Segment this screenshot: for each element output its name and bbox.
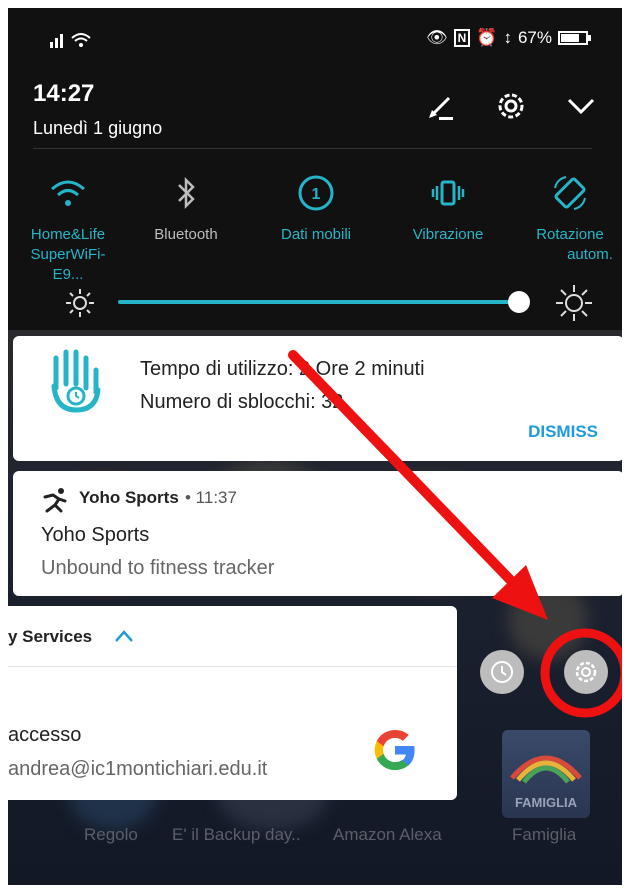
notification-settings-button[interactable] (564, 650, 608, 694)
snooze-button[interactable] (480, 650, 524, 694)
rainbow-icon (510, 755, 582, 784)
unlock-count-text: Numero di sblocchi: 32 (140, 391, 344, 413)
tile-wifi-label2: SuperWiFi-E9... (30, 246, 106, 283)
notification-google-services[interactable]: y Services accesso andrea@ic1montichiari… (8, 606, 457, 800)
digital-balance-hand-icon (51, 349, 101, 413)
yoho-title: Yoho Sports (41, 524, 150, 546)
settings-gear-icon[interactable] (493, 88, 529, 124)
clock-icon (491, 661, 513, 683)
svg-text:1: 1 (312, 186, 321, 203)
google-divider (8, 666, 457, 667)
chevron-up-icon[interactable] (114, 629, 134, 643)
tile-wifi[interactable]: Home&Life SuperWiFi-E9... (18, 173, 118, 285)
battery-percent: 67% (517, 28, 552, 47)
clock: 14:27 (33, 80, 95, 107)
yoho-app-name: Yoho Sports (79, 488, 179, 507)
mobile-data-icon: 1 (298, 175, 334, 211)
home-label-regolo: Regolo (84, 825, 138, 844)
tile-wifi-label1: Home&Life (30, 226, 106, 243)
tile-rotation-label2: autom. (567, 246, 613, 263)
signal-icon (50, 33, 91, 48)
eye-icon: 👁 (426, 28, 448, 47)
signal-wifi-status (48, 28, 98, 55)
alarm-icon: ⏰ (476, 28, 498, 47)
running-person-icon (43, 488, 67, 513)
wifi-icon (51, 180, 85, 206)
screen-time-text: Tempo di utilizzo: 2 Ore 2 minuti (140, 358, 425, 380)
home-label-alexa: Amazon Alexa (333, 825, 442, 844)
famiglia-app-icon[interactable]: FAMIGLIA (502, 730, 590, 818)
gear-icon (575, 661, 597, 683)
tile-vibration-label: Vibrazione (412, 226, 484, 243)
dismiss-button[interactable]: DISMISS (528, 422, 598, 442)
home-label-backup: E' il Backup day.. (172, 825, 301, 844)
google-title: accesso (8, 724, 82, 746)
tile-rotation-label1: Rotazione (536, 226, 604, 243)
tile-mobile-data[interactable]: 1 Dati mobili (266, 173, 366, 245)
google-g-icon (374, 730, 415, 770)
notification-yoho-sports[interactable]: Yoho Sports • 11:37 Yoho Sports Unbound … (13, 471, 624, 596)
brightness-low-icon (66, 289, 94, 317)
yoho-time: • 11:37 (185, 488, 237, 507)
yoho-body: Unbound to fitness tracker (41, 557, 275, 579)
status-right: 👁 N ⏰ ↕ 67% (426, 28, 592, 48)
google-email: andrea@ic1montichiari.edu.it (8, 758, 268, 780)
edit-icon[interactable] (423, 88, 459, 124)
brightness-slider-track[interactable] (118, 300, 518, 304)
tile-bluetooth-label: Bluetooth (154, 226, 218, 243)
nfc-icon: N (453, 29, 471, 47)
tile-vibration[interactable]: Vibrazione (398, 173, 498, 245)
google-app-name: y Services (8, 627, 93, 646)
rotation-icon (554, 176, 586, 210)
notification-shade: 👁 N ⏰ ↕ 67% 14:27 Lunedì 1 giugno Home&L… (8, 8, 622, 330)
brightness-high-icon (556, 285, 592, 321)
tile-rotation[interactable]: Rotazione autom. (520, 173, 620, 265)
home-label-famiglia: Famiglia (512, 825, 577, 844)
bluetooth-icon (178, 176, 195, 210)
notification-screen-time[interactable]: Tempo di utilizzo: 2 Ore 2 minuti Numero… (13, 336, 624, 461)
tile-bluetooth[interactable]: Bluetooth (136, 173, 236, 245)
brightness-slider-thumb[interactable] (508, 291, 530, 313)
vibration-icon (431, 180, 465, 206)
status-bar: 👁 N ⏰ ↕ 67% (48, 28, 592, 52)
famiglia-tile-text: FAMIGLIA (514, 795, 578, 810)
battery-icon (558, 31, 591, 45)
chevron-down-icon[interactable] (563, 88, 599, 124)
tile-mobile-data-label: Dati mobili (280, 226, 352, 243)
date-label: Lunedì 1 giugno (33, 118, 163, 138)
vibrate-status-icon: ↕ (503, 28, 512, 47)
header-divider (33, 148, 592, 149)
